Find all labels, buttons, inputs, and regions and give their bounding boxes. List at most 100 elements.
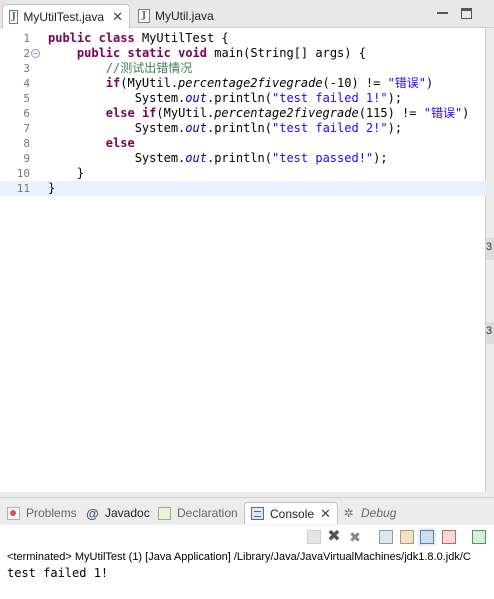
code-line[interactable]: 11} bbox=[0, 181, 486, 196]
code-lines: 1 public class MyUtilTest {2− public stat… bbox=[0, 31, 486, 196]
tab-declaration[interactable]: Declaration bbox=[158, 502, 238, 524]
console-output-line: test failed 1! bbox=[7, 566, 109, 580]
tab-label: Debug bbox=[361, 506, 397, 520]
tab-myutil-java[interactable]: J MyUtil.java bbox=[132, 4, 242, 28]
problems-icon bbox=[7, 506, 20, 520]
tab-console[interactable]: Console ✕ bbox=[244, 502, 338, 524]
code-token: (-10) != bbox=[322, 76, 388, 90]
terminated-status: <terminated> MyUtilTest (1) [Java Applic… bbox=[7, 551, 471, 563]
code-token: ) bbox=[426, 76, 434, 90]
code-token: ); bbox=[373, 151, 388, 165]
code-token: out bbox=[185, 151, 207, 165]
line-number: 4 bbox=[23, 77, 30, 90]
code-text: if(MyUtil.percentage2fivegrade(-10) != "… bbox=[48, 76, 433, 91]
code-line[interactable]: 6 else if(MyUtil.percentage2fivegrade(11… bbox=[0, 106, 486, 121]
console-icon bbox=[251, 507, 264, 520]
code-line[interactable]: 7 System.out.println("test failed 2!"); bbox=[0, 121, 486, 136]
tab-myutiltest-java[interactable]: J MyUtilTest.java ✕ bbox=[2, 4, 130, 28]
terminate-icon[interactable] bbox=[307, 530, 321, 544]
line-number: 1 bbox=[23, 32, 30, 45]
code-token: (MyUtil. bbox=[120, 76, 179, 90]
fold-toggle-icon[interactable]: − bbox=[31, 49, 40, 58]
tab-label: MyUtilTest.java bbox=[23, 9, 105, 24]
close-icon[interactable]: ✕ bbox=[320, 506, 331, 522]
code-token: System. bbox=[48, 121, 186, 135]
tab-label: Console bbox=[270, 506, 315, 521]
tab-debug[interactable]: ✲ Debug bbox=[342, 502, 396, 524]
code-line[interactable]: 8 else bbox=[0, 136, 486, 151]
code-token: .println( bbox=[206, 91, 272, 105]
tab-label: MyUtil.java bbox=[155, 9, 214, 23]
code-line[interactable]: 3 //测试出错情况 bbox=[0, 61, 486, 76]
code-token: (MyUtil. bbox=[156, 106, 215, 120]
editor-tab-bar: J MyUtilTest.java ✕ J MyUtil.java bbox=[0, 0, 494, 28]
code-line[interactable]: 5 System.out.println("test failed 1!"); bbox=[0, 91, 486, 106]
code-token: percentage2fivegrade bbox=[214, 106, 359, 120]
code-text: //测试出错情况 bbox=[48, 61, 192, 76]
tab-problems[interactable]: Problems bbox=[7, 502, 77, 524]
code-token: out bbox=[185, 91, 207, 105]
code-token: else bbox=[105, 106, 135, 120]
close-icon[interactable]: ✕ bbox=[112, 9, 123, 25]
minimize-icon[interactable] bbox=[437, 8, 448, 14]
code-token: ); bbox=[387, 91, 403, 105]
code-line[interactable]: 4 if(MyUtil.percentage2fivegrade(-10) !=… bbox=[0, 76, 486, 91]
code-token: percentage2fivegrade bbox=[178, 76, 323, 90]
line-number: 2 bbox=[23, 47, 30, 60]
code-text: System.out.println("test failed 2!"); bbox=[48, 121, 402, 136]
code-token: MyUtilTest { bbox=[134, 31, 229, 45]
code-token: "错误" bbox=[423, 106, 463, 120]
show-console-on-output-icon[interactable] bbox=[418, 528, 436, 546]
line-number: 3 bbox=[23, 62, 30, 75]
maximize-icon[interactable] bbox=[461, 8, 472, 19]
code-token: if bbox=[105, 76, 121, 90]
line-number: 8 bbox=[23, 137, 30, 150]
line-number: 11 bbox=[16, 182, 30, 195]
java-file-icon: J bbox=[138, 9, 150, 23]
code-text: System.out.println("test failed 1!"); bbox=[48, 91, 402, 106]
tab-javadoc[interactable]: @ Javadoc bbox=[86, 502, 150, 524]
remove-all-terminated-icon[interactable]: ✖ bbox=[348, 530, 362, 544]
code-token: "test passed!" bbox=[272, 151, 374, 165]
code-editor[interactable]: 1 public class MyUtilTest {2− public stat… bbox=[0, 28, 486, 492]
code-text: public static void main(String[] args) { bbox=[48, 46, 366, 61]
code-token: "test failed 2!" bbox=[272, 121, 388, 135]
console-output[interactable]: <terminated> MyUtilTest (1) [Java Applic… bbox=[0, 549, 494, 599]
code-token: } bbox=[48, 181, 56, 195]
code-text: System.out.println("test passed!"); bbox=[48, 151, 388, 166]
code-token: else bbox=[105, 136, 135, 150]
remove-launch-icon[interactable]: ✖ bbox=[327, 529, 341, 545]
pin-console-icon[interactable] bbox=[472, 530, 486, 544]
declaration-icon bbox=[158, 506, 171, 520]
panel-tab-bar: Problems @ Javadoc Declaration Console ✕… bbox=[0, 497, 494, 525]
code-token: void bbox=[178, 46, 207, 60]
javadoc-icon: @ bbox=[86, 505, 99, 521]
code-line[interactable]: 9 System.out.println("test passed!"); bbox=[0, 151, 486, 166]
code-line[interactable]: 1 public class MyUtilTest { bbox=[0, 31, 486, 46]
code-token: static bbox=[127, 46, 171, 60]
code-token: public bbox=[48, 31, 92, 45]
code-token: if bbox=[141, 106, 157, 120]
code-token: out bbox=[185, 121, 207, 135]
code-token: ); bbox=[387, 121, 403, 135]
show-console-on-error-icon[interactable] bbox=[442, 530, 456, 544]
code-token: //测试出错情况 bbox=[105, 61, 193, 75]
code-token: class bbox=[98, 31, 135, 45]
code-line[interactable]: 2− public static void main(String[] args… bbox=[0, 46, 486, 61]
code-line[interactable]: 10 } bbox=[0, 166, 486, 181]
code-token: public bbox=[76, 46, 121, 60]
scroll-lock-icon[interactable] bbox=[400, 530, 414, 544]
code-token: main(String[] args) { bbox=[207, 46, 366, 60]
code-token: .println( bbox=[206, 121, 272, 135]
clear-console-icon[interactable] bbox=[379, 530, 393, 544]
line-number: 10 bbox=[16, 167, 30, 180]
code-token: System. bbox=[48, 151, 186, 165]
